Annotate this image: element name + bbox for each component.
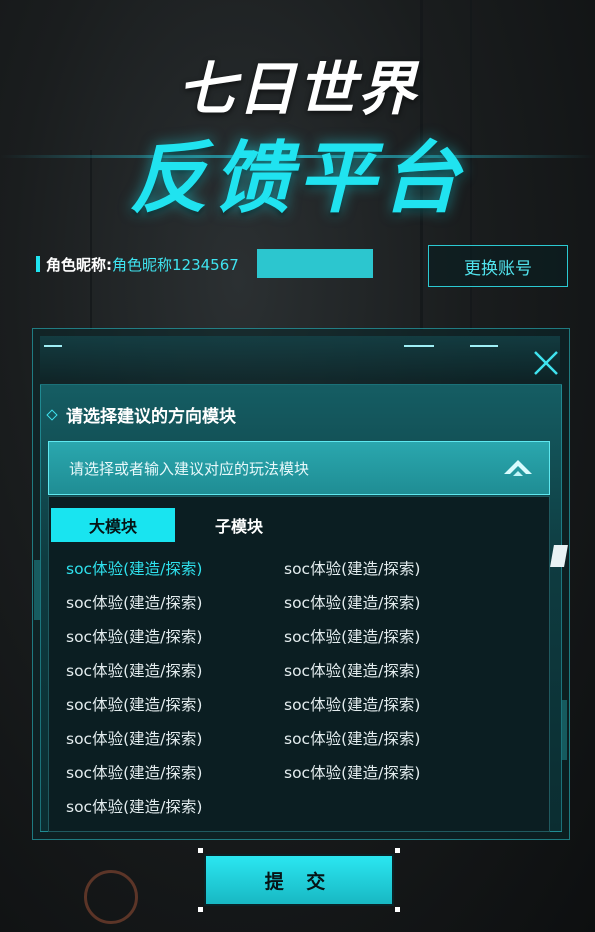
character-name: 角色昵称1234567: [112, 255, 239, 274]
diamond-icon: [46, 408, 58, 421]
hazard-sign-icon: [84, 870, 138, 924]
accent-bar: [36, 256, 40, 272]
option-item[interactable]: soc体验(建造/探索): [284, 693, 420, 715]
close-icon: [534, 351, 558, 375]
tab-sub-module[interactable]: 子模块: [177, 508, 301, 542]
option-item[interactable]: soc体验(建造/探索): [66, 727, 202, 749]
header-dash: [470, 345, 498, 347]
corner-marker: [198, 848, 203, 853]
header-dash: [404, 345, 434, 347]
character-highlight-box: [257, 249, 373, 278]
option-item[interactable]: soc体验(建造/探索): [66, 591, 202, 613]
submit-button[interactable]: 提 交: [198, 848, 400, 912]
option-item[interactable]: soc体验(建造/探索): [284, 727, 420, 749]
option-item[interactable]: soc体验(建造/探索): [66, 557, 202, 579]
option-item[interactable]: soc体验(建造/探索): [284, 591, 420, 613]
close-button[interactable]: [531, 348, 561, 378]
option-item[interactable]: soc体验(建造/探索): [66, 659, 202, 681]
option-item[interactable]: soc体验(建造/探索): [284, 659, 420, 681]
page-title-game: 七日世界: [177, 55, 418, 123]
option-item[interactable]: soc体验(建造/探索): [66, 761, 202, 783]
header-dash: [44, 345, 62, 347]
corner-marker: [395, 848, 400, 853]
submit-label: 提 交: [204, 854, 394, 906]
option-item[interactable]: soc体验(建造/探索): [284, 557, 420, 579]
corner-marker: [395, 907, 400, 912]
option-item[interactable]: soc体验(建造/探索): [66, 625, 202, 647]
option-item[interactable]: soc体验(建造/探索): [284, 761, 420, 783]
character-info: 角色昵称: 角色昵称1234567: [36, 254, 239, 274]
dropdown-placeholder: 请选择或者输入建议对应的玩法模块: [69, 459, 310, 478]
panel-header-bar: [40, 336, 560, 380]
module-dropdown[interactable]: 请选择或者输入建议对应的玩法模块: [48, 441, 550, 495]
section-title: 请选择建议的方向模块: [66, 407, 236, 427]
option-item[interactable]: soc体验(建造/探索): [284, 625, 420, 647]
chevron-up-icon: [504, 460, 532, 476]
section-heading: 请选择建议的方向模块: [46, 402, 236, 427]
option-item[interactable]: soc体验(建造/探索): [66, 693, 202, 715]
page-title-platform: 反馈平台: [129, 134, 466, 224]
tab-main-module[interactable]: 大模块: [51, 508, 175, 542]
character-label: 角色昵称:: [46, 255, 112, 274]
switch-account-button[interactable]: 更换账号: [428, 245, 568, 287]
option-item[interactable]: soc体验(建造/探索): [66, 795, 202, 817]
corner-marker: [198, 907, 203, 912]
